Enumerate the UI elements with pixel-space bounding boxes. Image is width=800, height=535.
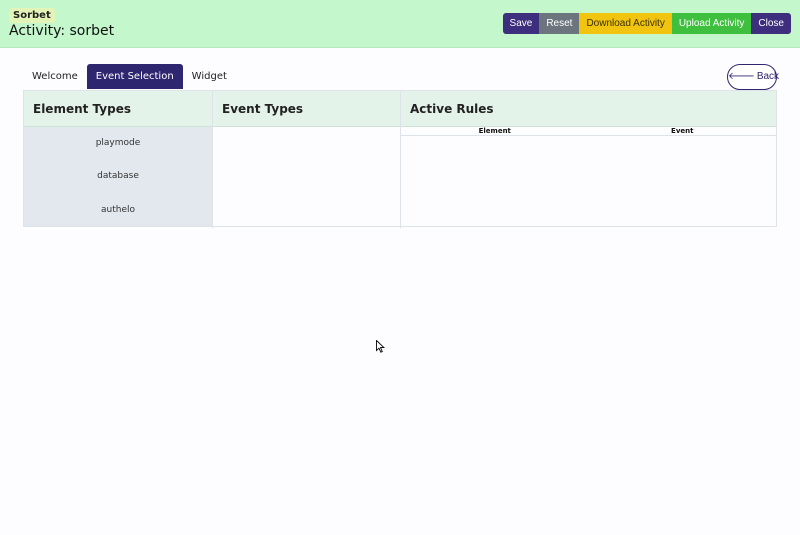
- back-button-label: Back: [756, 71, 780, 82]
- save-button[interactable]: Save: [502, 13, 540, 34]
- brand-badge: Sorbet: [9, 8, 55, 23]
- activity-title: Activity: sorbet: [9, 23, 115, 39]
- close-button[interactable]: Close: [751, 13, 791, 34]
- top-bar: Sorbet Activity: sorbet Save Reset Downl…: [0, 0, 800, 48]
- element-types-heading: Element Types: [24, 91, 212, 127]
- element-type-item[interactable]: authelo: [24, 205, 212, 215]
- rules-column-element: Element: [478, 127, 511, 135]
- arrow-left-icon: 🡐: [728, 71, 755, 82]
- active-rules-table-header: Element Event: [401, 127, 776, 136]
- upload-activity-button[interactable]: Upload Activity: [671, 13, 752, 34]
- active-rules-column: Active Rules Element Event: [401, 91, 776, 228]
- event-types-heading: Event Types: [213, 91, 400, 127]
- element-types-column: Element Types playmode database authelo: [24, 91, 213, 228]
- back-button[interactable]: 🡐 Back: [727, 64, 780, 90]
- element-type-item[interactable]: playmode: [24, 138, 212, 148]
- rules-column-event: Event: [671, 127, 694, 135]
- element-types-list: playmode database authelo: [24, 127, 212, 226]
- download-activity-button[interactable]: Download Activity: [579, 13, 672, 34]
- tab-widget[interactable]: Widget: [183, 64, 236, 89]
- reset-button[interactable]: Reset: [539, 13, 580, 34]
- event-types-column: Event Types: [213, 91, 401, 228]
- toolbar-button-group: Save Reset Download Activity Upload Acti…: [502, 13, 791, 34]
- mouse-cursor-icon: [376, 338, 386, 357]
- event-selection-grid: Element Types playmode database authelo …: [23, 90, 777, 228]
- tab-bar: Welcome Event Selection Widget: [23, 64, 236, 89]
- active-rules-heading: Active Rules: [401, 91, 776, 127]
- element-type-item[interactable]: database: [24, 171, 212, 181]
- tab-welcome[interactable]: Welcome: [23, 64, 87, 89]
- tab-event-selection[interactable]: Event Selection: [86, 64, 183, 89]
